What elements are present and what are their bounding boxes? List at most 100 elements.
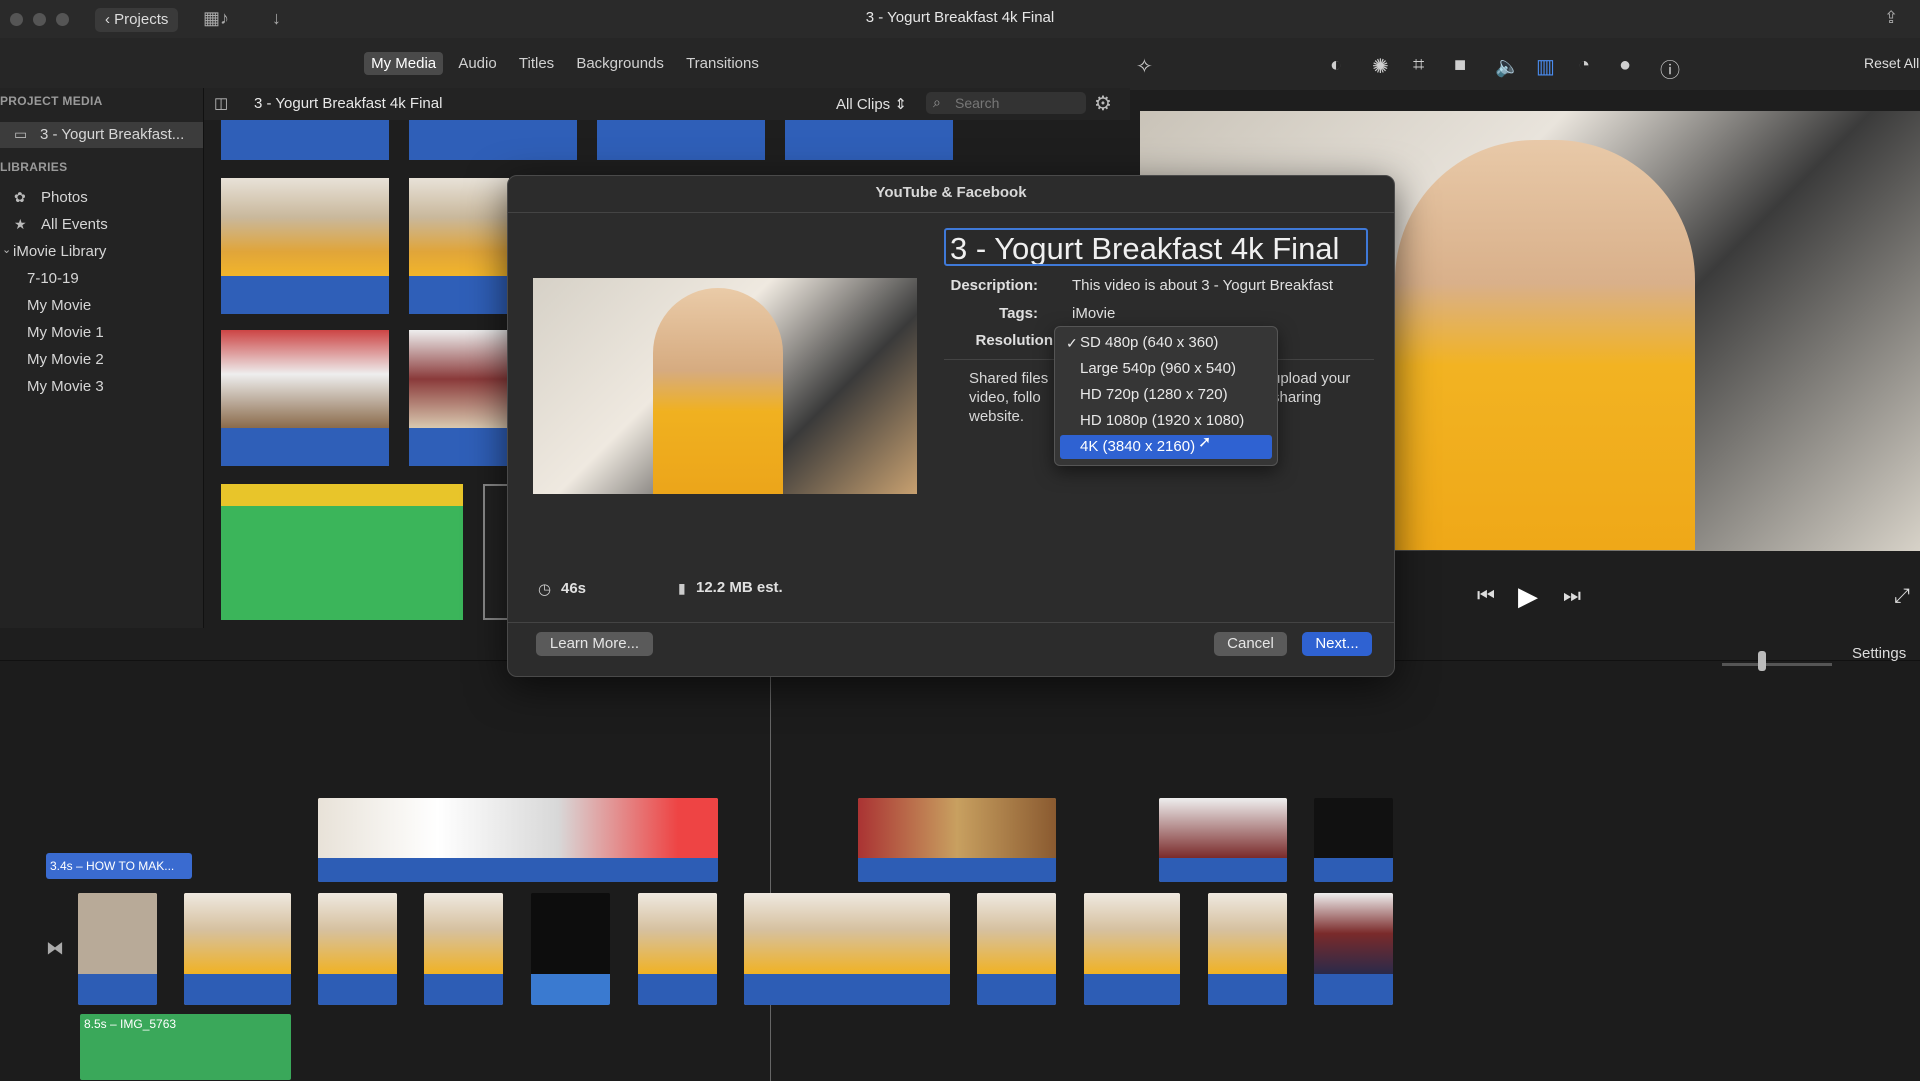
sidebar-item-movie-2[interactable]: My Movie 2	[27, 351, 104, 368]
settings-button[interactable]: Settings	[1852, 645, 1906, 662]
tab-transitions[interactable]: Transitions	[679, 52, 766, 75]
resolution-option-540p[interactable]: Large 540p (960 x 540)	[1060, 357, 1272, 381]
timeline-clip[interactable]	[744, 893, 950, 1005]
project-item[interactable]: ▭ 3 - Yogurt Breakfast...	[0, 122, 203, 148]
timeline-clip[interactable]	[424, 893, 503, 1005]
audio-clip[interactable]	[221, 484, 463, 620]
chevron-down-icon[interactable]: ⌄	[2, 243, 11, 256]
color-palette-icon[interactable]: ✺	[1372, 54, 1389, 79]
sidebar-toggle-icon[interactable]: ◫	[214, 94, 228, 112]
timeline-clip[interactable]	[858, 798, 1056, 882]
viewer-frame-subject	[1395, 140, 1695, 550]
star-icon: ★	[14, 216, 27, 232]
next-button[interactable]: Next...	[1302, 632, 1372, 656]
media-clip[interactable]	[221, 178, 389, 314]
option-label: HD 720p (1280 x 720)	[1080, 386, 1228, 403]
audio-track-clip[interactable]: 8.5s – IMG_5763	[80, 1014, 291, 1080]
window-title: 3 - Yogurt Breakfast 4k Final	[865, 9, 1055, 26]
description-field[interactable]: This video is about 3 - Yogurt Breakfast	[1072, 277, 1333, 294]
sidebar-item-movie-1[interactable]: My Movie 1	[27, 324, 104, 341]
media-clip[interactable]	[785, 120, 953, 160]
color-balance-icon[interactable]: ◐	[1330, 54, 1342, 77]
sidebar-item-movie-3[interactable]: My Movie 3	[27, 378, 104, 395]
timeline-clip[interactable]	[638, 893, 717, 1005]
speed-icon[interactable]: ◔	[1578, 54, 1590, 77]
mouse-cursor-icon: ➚	[1198, 434, 1212, 451]
timeline-clip[interactable]	[1208, 893, 1287, 1005]
fullscreen-icon[interactable]: ⤢	[1894, 585, 1910, 608]
equalizer-icon[interactable]: ▥	[1536, 54, 1555, 79]
sidebar-item-all-events[interactable]: All Events	[41, 216, 108, 233]
cancel-button[interactable]: Cancel	[1214, 632, 1287, 656]
resolution-option-4k[interactable]: 4K (3840 x 2160)	[1060, 435, 1272, 459]
checkmark-icon: ✓	[1066, 335, 1078, 351]
gear-icon[interactable]: ⚙	[1094, 91, 1112, 116]
library-sidebar: PROJECT MEDIA ▭ 3 - Yogurt Breakfast... …	[0, 88, 204, 628]
search-icon: ⌕	[933, 94, 941, 110]
photos-icon: ✿	[14, 189, 26, 205]
timeline-clip[interactable]	[531, 893, 610, 1005]
media-clip[interactable]	[409, 330, 509, 466]
stabilization-icon[interactable]: ■	[1454, 54, 1466, 77]
skip-forward-icon[interactable]: ⏭	[1563, 585, 1581, 608]
media-clip[interactable]	[597, 120, 765, 160]
resolution-label: Resolution	[975, 332, 1054, 349]
play-icon[interactable]: ▶	[1518, 581, 1538, 612]
media-clip[interactable]	[409, 178, 509, 314]
zoom-slider-thumb[interactable]	[1758, 651, 1766, 671]
timeline-clip[interactable]	[977, 893, 1056, 1005]
timeline-clip[interactable]	[318, 798, 718, 882]
audio-clip-label: 8.5s – IMG_5763	[84, 1017, 177, 1031]
resolution-menu: ✓ SD 480p (640 x 360) Large 540p (960 x 5…	[1054, 326, 1278, 466]
title-clip[interactable]: 3.4s – HOW TO MAK...	[46, 853, 192, 879]
clock-icon: ◷	[538, 581, 552, 598]
tags-label: Tags:	[999, 305, 1038, 322]
all-clips-filter[interactable]: All Clips ⇕	[836, 95, 907, 113]
skip-back-icon[interactable]: ⏮	[1477, 585, 1495, 608]
learn-more-button[interactable]: Learn More...	[536, 632, 653, 656]
volume-icon[interactable]: 🔈	[1495, 54, 1520, 79]
project-item-label: 3 - Yogurt Breakfast...	[40, 126, 185, 143]
sidebar-item-movie[interactable]: My Movie	[27, 297, 91, 314]
sidebar-item-photos[interactable]: Photos	[41, 189, 88, 206]
search-input[interactable]: ⌕ Search	[926, 92, 1086, 114]
duration-value: 46s	[561, 580, 587, 597]
option-label: Large 540p (960 x 540)	[1080, 360, 1236, 377]
resolution-option-480p[interactable]: ✓ SD 480p (640 x 360)	[1060, 331, 1272, 355]
timeline-clip[interactable]	[1159, 798, 1287, 882]
zoom-slider[interactable]	[1722, 663, 1832, 666]
tab-audio[interactable]: Audio	[451, 52, 503, 75]
tab-titles[interactable]: Titles	[512, 52, 561, 75]
media-clip[interactable]	[483, 484, 509, 620]
tab-my-media[interactable]: My Media	[364, 52, 444, 75]
tab-backgrounds[interactable]: Backgrounds	[569, 52, 671, 75]
timeline-clip[interactable]	[1314, 798, 1393, 882]
transition-icon[interactable]: ⧓	[46, 938, 64, 959]
info-icon[interactable]: ⓘ	[1660, 54, 1680, 83]
timeline-clip[interactable]	[1314, 893, 1393, 1005]
media-clip[interactable]	[221, 330, 389, 466]
timeline-clip[interactable]	[1084, 893, 1180, 1005]
project-media-header: PROJECT MEDIA	[0, 94, 103, 108]
resolution-option-720p[interactable]: HD 720p (1280 x 720)	[1060, 383, 1272, 407]
timeline-clip[interactable]	[184, 893, 291, 1005]
sidebar-item-imovie-library[interactable]: iMovie Library	[13, 243, 106, 260]
crop-icon[interactable]: ⌗	[1413, 54, 1424, 77]
option-label: SD 480p (640 x 360)	[1080, 334, 1219, 351]
browser-title: 3 - Yogurt Breakfast 4k Final	[254, 95, 443, 112]
tags-field[interactable]: iMovie	[1072, 305, 1115, 322]
timeline-clip[interactable]	[318, 893, 397, 1005]
magic-wand-icon[interactable]: ✧	[1136, 54, 1153, 79]
timeline-clip[interactable]	[78, 893, 157, 1005]
media-clip[interactable]	[221, 120, 389, 160]
reset-all-button[interactable]: Reset All	[1864, 55, 1919, 71]
media-clip[interactable]	[409, 120, 577, 160]
sidebar-item-event[interactable]: 7-10-19	[27, 270, 79, 287]
video-name-field[interactable]: 3 - Yogurt Breakfast 4k Final	[944, 228, 1368, 266]
playhead[interactable]	[770, 676, 771, 1081]
search-placeholder: Search	[955, 95, 1000, 111]
share-icon[interactable]: ⇪	[1884, 8, 1898, 28]
filter-icon[interactable]: ●	[1619, 54, 1631, 77]
title-bar: ‹ Projects ▦♪ ↓ 3 - Yogurt Breakfast 4k …	[0, 0, 1920, 39]
resolution-option-1080p[interactable]: HD 1080p (1920 x 1080)	[1060, 409, 1272, 433]
